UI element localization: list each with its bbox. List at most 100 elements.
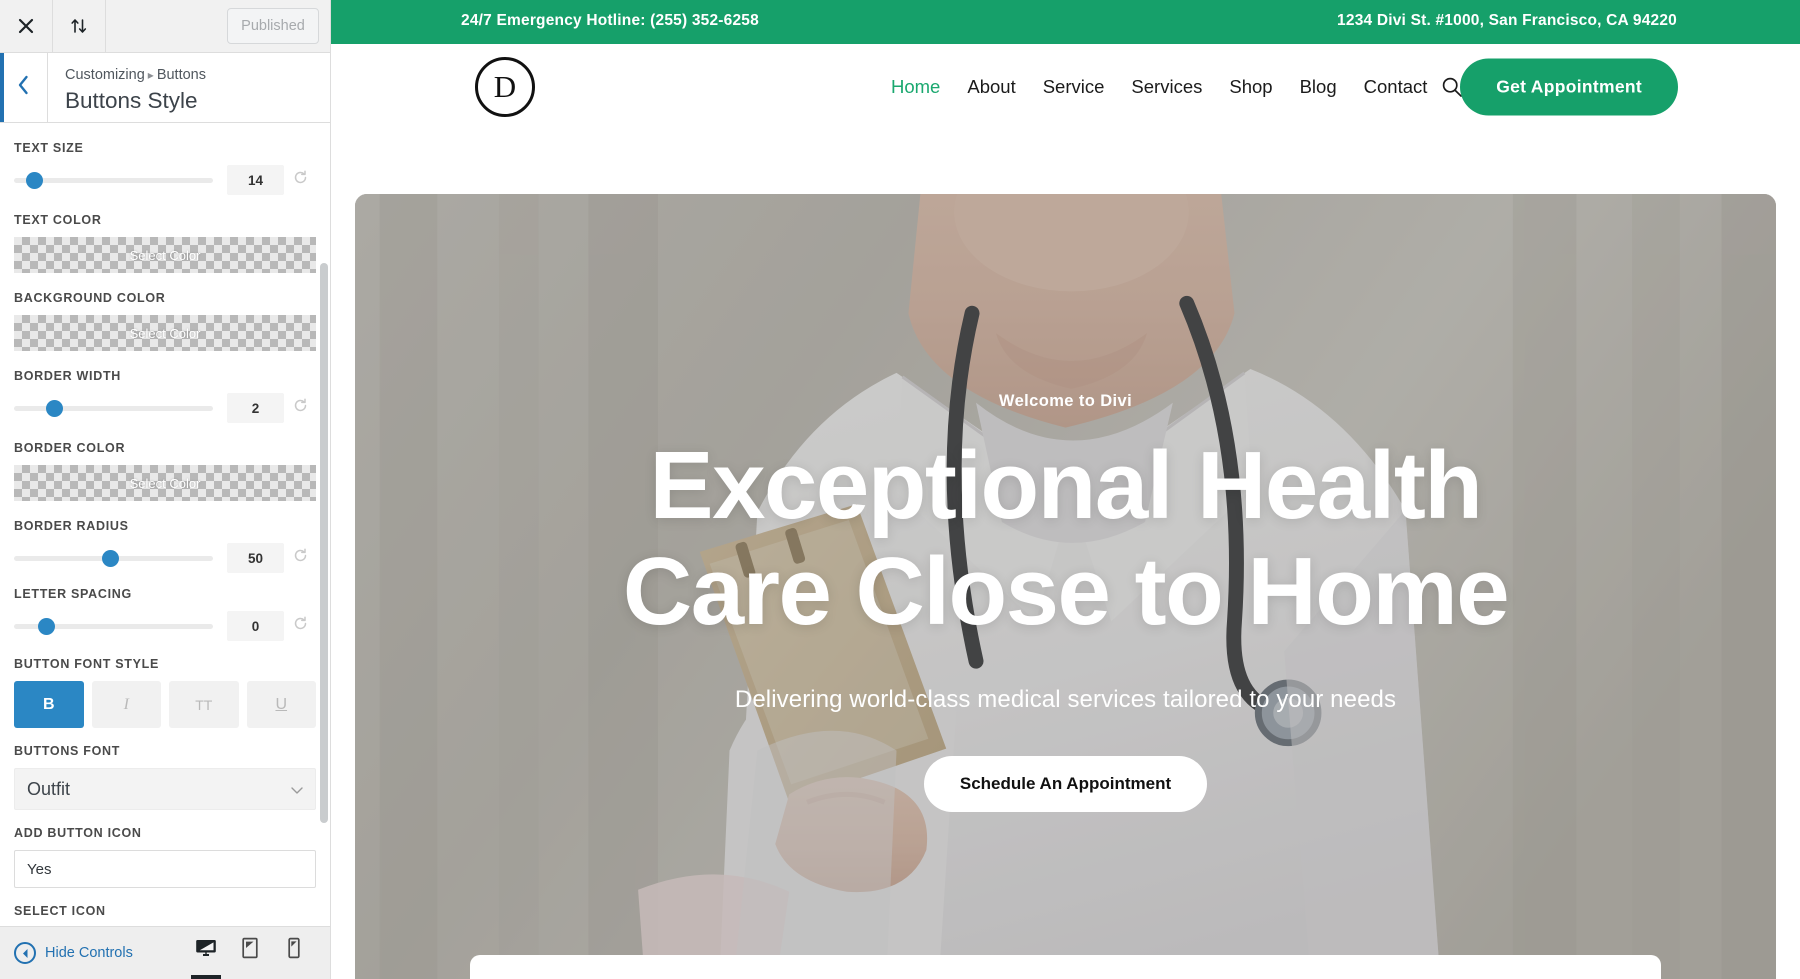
buttons-font-value: Outfit xyxy=(27,778,71,799)
letter-spacing-slider[interactable] xyxy=(14,615,213,637)
close-customizer-button[interactable] xyxy=(0,0,53,52)
hide-controls-label: Hide Controls xyxy=(45,945,133,961)
sort-updown-icon xyxy=(70,18,88,34)
customizer-footer: Hide Controls xyxy=(0,926,330,979)
customizer-panel-header: Customizing ▸ Buttons Buttons Style xyxy=(0,53,330,123)
nav-item-service[interactable]: Service xyxy=(1043,76,1105,98)
device-desktop-button[interactable] xyxy=(184,926,228,979)
buttons-font-select[interactable]: Outfit xyxy=(14,768,316,810)
slider-knob[interactable] xyxy=(101,549,119,567)
control-label: BACKGROUND COLOR xyxy=(14,291,166,305)
add-button-icon-value: Yes xyxy=(27,860,52,878)
hide-controls-button[interactable]: Hide Controls xyxy=(14,942,133,964)
reset-text-size-button[interactable] xyxy=(284,165,316,195)
nav-item-home[interactable]: Home xyxy=(891,76,940,98)
chevron-down-icon xyxy=(291,779,303,800)
background-color-picker[interactable]: Select Color xyxy=(14,315,316,351)
customizer-app: Published Customizing ▸ Buttons Buttons St… xyxy=(0,0,1800,979)
control-text-size: TEXT SIZE 14 xyxy=(14,141,316,195)
page-title: Buttons Style xyxy=(65,87,198,113)
control-add-button-icon: ADD BUTTON ICON Yes xyxy=(14,826,316,888)
site-topbar: 24/7 Emergency Hotline: (255) 352-6258 1… xyxy=(331,0,1800,44)
reset-icon xyxy=(293,398,308,418)
chevron-left-icon xyxy=(17,75,30,100)
sidebar-scrollbar[interactable] xyxy=(320,263,328,823)
border-width-value[interactable]: 2 xyxy=(227,393,284,423)
close-icon xyxy=(18,18,34,34)
nav-item-blog[interactable]: Blog xyxy=(1300,76,1337,98)
slider-track xyxy=(14,177,213,183)
select-color-label: Select Color xyxy=(129,247,201,263)
letter-spacing-value[interactable]: 0 xyxy=(227,611,284,641)
get-appointment-button[interactable]: Get Appointment xyxy=(1460,58,1678,116)
control-label: SELECT ICON xyxy=(14,904,106,918)
customizer-sidebar: Published Customizing ▸ Buttons Buttons St… xyxy=(0,0,331,979)
border-color-picker[interactable]: Select Color xyxy=(14,465,316,501)
address-text: 1234 Divi St. #1000, San Francisco, CA 9… xyxy=(1337,12,1677,29)
hero-section: Welcome to Divi Exceptional Health Care … xyxy=(355,194,1776,979)
device-mobile-button[interactable] xyxy=(272,926,316,979)
control-label: BORDER COLOR xyxy=(14,441,126,455)
control-text-color: TEXT COLOR Select Color xyxy=(14,213,316,273)
reset-icon xyxy=(293,170,308,190)
breadcrumb-separator: ▸ xyxy=(147,68,154,82)
font-style-bold-button[interactable]: B xyxy=(14,681,84,728)
collapse-sidebar-button[interactable] xyxy=(53,0,106,52)
control-button-font-style: BUTTON FONT STYLE B I TT U xyxy=(14,657,316,728)
hero-heading: Exceptional Health Care Close to Home xyxy=(623,433,1510,644)
breadcrumb: Customizing ▸ Buttons xyxy=(65,66,206,85)
customizer-topbar: Published xyxy=(0,0,330,53)
control-label: BUTTON FONT STYLE xyxy=(14,657,159,671)
reset-border-radius-button[interactable] xyxy=(284,543,316,573)
hero-subheading: Delivering world-class medical services … xyxy=(734,686,1397,714)
device-tablet-button[interactable] xyxy=(228,926,272,979)
nav-item-about[interactable]: About xyxy=(967,76,1015,98)
control-label: TEXT SIZE xyxy=(14,141,84,155)
site-preview-frame: 24/7 Emergency Hotline: (255) 352-6258 1… xyxy=(331,0,1800,979)
hero-eyebrow: Welcome to Divi xyxy=(998,392,1133,410)
control-border-width: BORDER WIDTH 2 xyxy=(14,369,316,423)
slider-knob[interactable] xyxy=(25,171,43,189)
control-buttons-font: BUTTONS FONT Outfit xyxy=(14,744,316,810)
tablet-icon xyxy=(241,937,259,964)
back-button[interactable] xyxy=(0,53,48,122)
control-select-icon: SELECT ICON xyxy=(14,904,316,918)
hero-bottom-card xyxy=(470,955,1661,979)
reset-icon xyxy=(293,616,308,636)
control-label: BORDER RADIUS xyxy=(14,519,129,533)
reset-border-width-button[interactable] xyxy=(284,393,316,423)
control-label: BUTTONS FONT xyxy=(14,744,121,758)
slider-knob[interactable] xyxy=(37,617,55,635)
select-color-label: Select Color xyxy=(129,475,201,491)
publish-button[interactable]: Published xyxy=(227,8,319,44)
mobile-icon xyxy=(287,937,301,964)
control-label: BORDER WIDTH xyxy=(14,369,122,383)
device-preview-switcher xyxy=(184,926,316,979)
site-logo[interactable]: D xyxy=(475,57,535,117)
font-style-underline-button[interactable]: U xyxy=(246,681,316,728)
site-navbar: D Home About Service Services Shop Blog … xyxy=(331,44,1800,130)
nav-item-shop[interactable]: Shop xyxy=(1229,76,1272,98)
control-label: ADD BUTTON ICON xyxy=(14,826,142,840)
schedule-appointment-button[interactable]: Schedule An Appointment xyxy=(923,756,1208,813)
hero-content: Welcome to Divi Exceptional Health Care … xyxy=(355,194,1776,979)
nav-item-services[interactable]: Services xyxy=(1131,76,1202,98)
breadcrumb-current: Buttons xyxy=(156,67,206,83)
text-size-slider[interactable] xyxy=(14,169,213,191)
border-radius-slider[interactable] xyxy=(14,547,213,569)
select-color-label: Select Color xyxy=(129,325,201,341)
border-radius-value[interactable]: 50 xyxy=(227,543,284,573)
font-style-uppercase-button[interactable]: TT xyxy=(169,681,239,728)
slider-knob[interactable] xyxy=(45,399,63,417)
breadcrumb-root[interactable]: Customizing xyxy=(65,67,145,83)
border-width-slider[interactable] xyxy=(14,397,213,419)
nav-item-contact[interactable]: Contact xyxy=(1364,76,1428,98)
font-style-italic-button[interactable]: I xyxy=(91,681,161,728)
control-label: LETTER SPACING xyxy=(14,587,132,601)
add-button-icon-field[interactable]: Yes xyxy=(14,850,316,888)
text-color-picker[interactable]: Select Color xyxy=(14,237,316,273)
slider-track xyxy=(14,405,213,411)
main-navigation: Home About Service Services Shop Blog Co… xyxy=(891,76,1463,98)
text-size-value[interactable]: 14 xyxy=(227,165,284,195)
reset-letter-spacing-button[interactable] xyxy=(284,611,316,641)
